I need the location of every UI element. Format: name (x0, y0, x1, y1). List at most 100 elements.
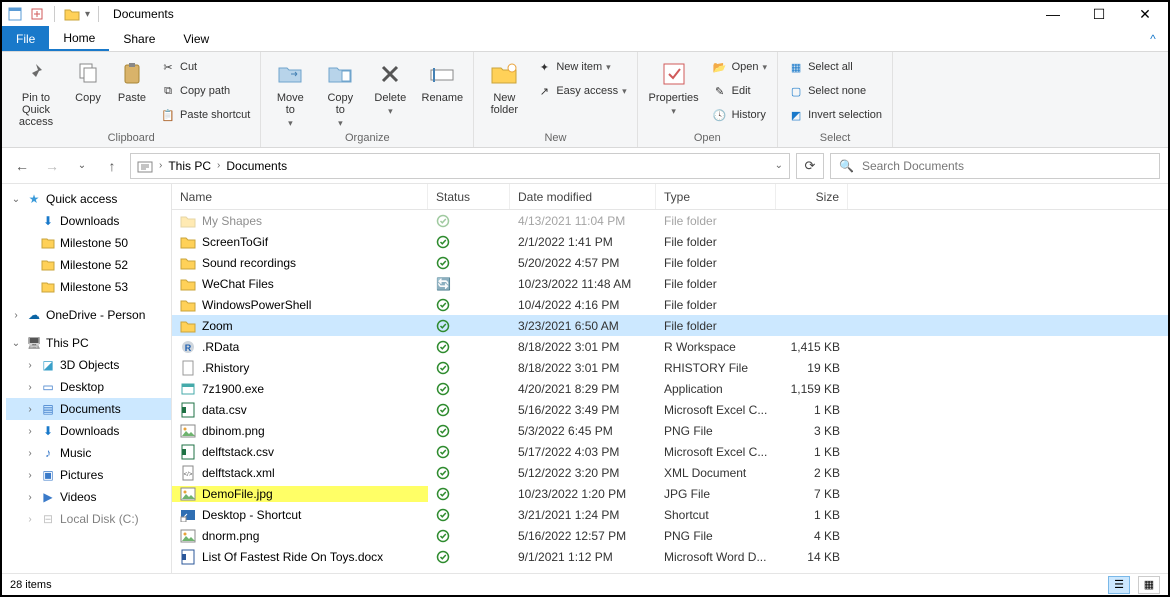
copy-icon (72, 58, 104, 90)
address-bar[interactable]: › This PC › Documents ⌄ (130, 153, 790, 179)
table-row[interactable]: R.RData8/18/2022 3:01 PMR Workspace1,415… (172, 336, 1168, 357)
new-folder-button[interactable]: New folder (480, 54, 528, 116)
select-none-button[interactable]: ▢Select none (784, 80, 886, 102)
table-row[interactable]: Zoom3/23/2021 6:50 AMFile folder (172, 315, 1168, 336)
recent-locations-button[interactable]: ⌄ (70, 154, 94, 178)
file-date: 4/20/2021 8:29 PM (510, 382, 656, 396)
ribbon-help[interactable]: ^ (1138, 26, 1168, 51)
copy-path-button[interactable]: ⧉Copy path (156, 80, 254, 102)
cut-button[interactable]: ✂Cut (156, 56, 254, 78)
crumb-documents[interactable]: Documents (226, 159, 287, 173)
table-row[interactable]: My Shapes4/13/2021 11:04 PMFile folder (172, 210, 1168, 231)
rename-button[interactable]: Rename (417, 54, 467, 104)
file-type: JPG File (656, 487, 776, 501)
address-dropdown[interactable]: ⌄ (775, 160, 783, 171)
properties-qat-icon[interactable] (6, 5, 24, 23)
table-row[interactable]: data.csv5/16/2022 3:49 PMMicrosoft Excel… (172, 399, 1168, 420)
edit-button[interactable]: ✎Edit (708, 80, 771, 102)
table-row[interactable]: dbinom.png5/3/2022 6:45 PMPNG File3 KB (172, 420, 1168, 441)
table-row[interactable]: DemoFile.jpg10/23/2022 1:20 PMJPG File7 … (172, 483, 1168, 504)
file-date: 3/23/2021 6:50 AM (510, 319, 656, 333)
qat-overflow[interactable]: ▾ (85, 9, 90, 20)
table-row[interactable]: List Of Fastest Ride On Toys.docx9/1/202… (172, 546, 1168, 567)
crumb-thispc[interactable]: This PC (168, 159, 211, 173)
invert-selection-button[interactable]: ◩Invert selection (784, 104, 886, 126)
easy-access-button[interactable]: ↗Easy access ▾ (532, 80, 630, 102)
table-row[interactable]: .Rhistory8/18/2022 3:01 PMRHISTORY File1… (172, 357, 1168, 378)
new-item-button[interactable]: ✦New item ▾ (532, 56, 630, 78)
chevron-right-icon[interactable]: › (159, 160, 162, 171)
table-row[interactable]: Desktop - Shortcut3/21/2021 1:24 PMShort… (172, 504, 1168, 525)
pin-quick-access-button[interactable]: Pin to Quick access (8, 54, 64, 128)
tree-downloads[interactable]: ⬇Downloads (6, 210, 171, 232)
tree-onedrive[interactable]: ›☁OneDrive - Person (6, 304, 171, 326)
table-row[interactable]: WindowsPowerShell10/4/2022 4:16 PMFile f… (172, 294, 1168, 315)
minimize-button[interactable]: ― (1030, 2, 1076, 26)
maximize-button[interactable]: ☐ (1076, 2, 1122, 26)
file-date: 2/1/2022 1:41 PM (510, 235, 656, 249)
tab-view[interactable]: View (169, 26, 223, 51)
history-button[interactable]: 🕓History (708, 104, 771, 126)
tree-localdisk[interactable]: ›⊟Local Disk (C:) (6, 508, 171, 530)
table-row[interactable]: WeChat Files🔄10/23/2022 11:48 AMFile fol… (172, 273, 1168, 294)
copy-to-button[interactable]: Copy to▾ (317, 54, 363, 129)
file-date: 10/23/2022 1:20 PM (510, 487, 656, 501)
file-type: PNG File (656, 529, 776, 543)
col-date[interactable]: Date modified (510, 184, 656, 209)
back-button[interactable]: ← (10, 154, 34, 178)
table-row[interactable]: ScreenToGif2/1/2022 1:41 PMFile folder (172, 231, 1168, 252)
tree-3dobjects[interactable]: ›◪3D Objects (6, 354, 171, 376)
tab-home[interactable]: Home (49, 26, 109, 51)
view-large-icons-button[interactable]: ▦ (1138, 576, 1160, 594)
up-button[interactable]: ↑ (100, 154, 124, 178)
file-name: List Of Fastest Ride On Toys.docx (202, 550, 383, 564)
tree-documents[interactable]: ›▤Documents (6, 398, 171, 420)
tree-thispc[interactable]: ⌄🖥This PC (6, 332, 171, 354)
copy-button[interactable]: Copy (68, 54, 108, 104)
tree-quick-access[interactable]: ⌄★Quick access (6, 188, 171, 210)
table-row[interactable]: delftstack.csv5/17/2022 4:03 PMMicrosoft… (172, 441, 1168, 462)
chevron-right-icon[interactable]: › (217, 160, 220, 171)
search-box[interactable]: 🔍 Search Documents (830, 153, 1160, 179)
paste-shortcut-button[interactable]: 📋Paste shortcut (156, 104, 254, 126)
tree-videos[interactable]: ›▶Videos (6, 486, 171, 508)
file-icon (180, 318, 196, 334)
table-row[interactable]: </>delftstack.xml5/12/2022 3:20 PMXML Do… (172, 462, 1168, 483)
tree-milestone50[interactable]: Milestone 50 (6, 232, 171, 254)
delete-button[interactable]: Delete▾ (367, 54, 413, 117)
close-button[interactable]: ✕ (1122, 2, 1168, 26)
tree-music[interactable]: ›♪Music (6, 442, 171, 464)
file-rows[interactable]: My Shapes4/13/2021 11:04 PMFile folderSc… (172, 210, 1168, 573)
refresh-button[interactable]: ⟳ (796, 153, 824, 179)
select-all-button[interactable]: ▦Select all (784, 56, 886, 78)
tree-milestone52[interactable]: Milestone 52 (6, 254, 171, 276)
open-button[interactable]: 📂Open ▾ (708, 56, 771, 78)
properties-button[interactable]: Properties▾ (644, 54, 704, 117)
view-details-button[interactable]: ☰ (1108, 576, 1130, 594)
move-to-button[interactable]: Move to▾ (267, 54, 313, 129)
file-name: 7z1900.exe (202, 382, 264, 396)
tab-share[interactable]: Share (109, 26, 169, 51)
file-type: Application (656, 382, 776, 396)
file-size: 1 KB (776, 445, 848, 459)
table-row[interactable]: Sound recordings5/20/2022 4:57 PMFile fo… (172, 252, 1168, 273)
nav-tree[interactable]: ⌄★Quick access ⬇Downloads Milestone 50 M… (2, 184, 172, 573)
col-size[interactable]: Size (776, 184, 848, 209)
tab-file[interactable]: File (2, 26, 49, 51)
tree-desktop[interactable]: ›▭Desktop (6, 376, 171, 398)
new-qat-icon[interactable] (28, 5, 46, 23)
col-name[interactable]: Name (172, 184, 428, 209)
file-icon (180, 507, 196, 523)
tree-pictures[interactable]: ›▣Pictures (6, 464, 171, 486)
file-icon (180, 297, 196, 313)
col-status[interactable]: Status (428, 184, 510, 209)
forward-button[interactable]: → (40, 154, 64, 178)
paste-button[interactable]: Paste (112, 54, 152, 104)
table-row[interactable]: 7z1900.exe4/20/2021 8:29 PMApplication1,… (172, 378, 1168, 399)
col-type[interactable]: Type (656, 184, 776, 209)
tree-milestone53[interactable]: Milestone 53 (6, 276, 171, 298)
column-headers[interactable]: Name Status Date modified Type Size (172, 184, 1168, 210)
file-date: 5/3/2022 6:45 PM (510, 424, 656, 438)
table-row[interactable]: dnorm.png5/16/2022 12:57 PMPNG File4 KB (172, 525, 1168, 546)
tree-downloads2[interactable]: ›⬇Downloads (6, 420, 171, 442)
